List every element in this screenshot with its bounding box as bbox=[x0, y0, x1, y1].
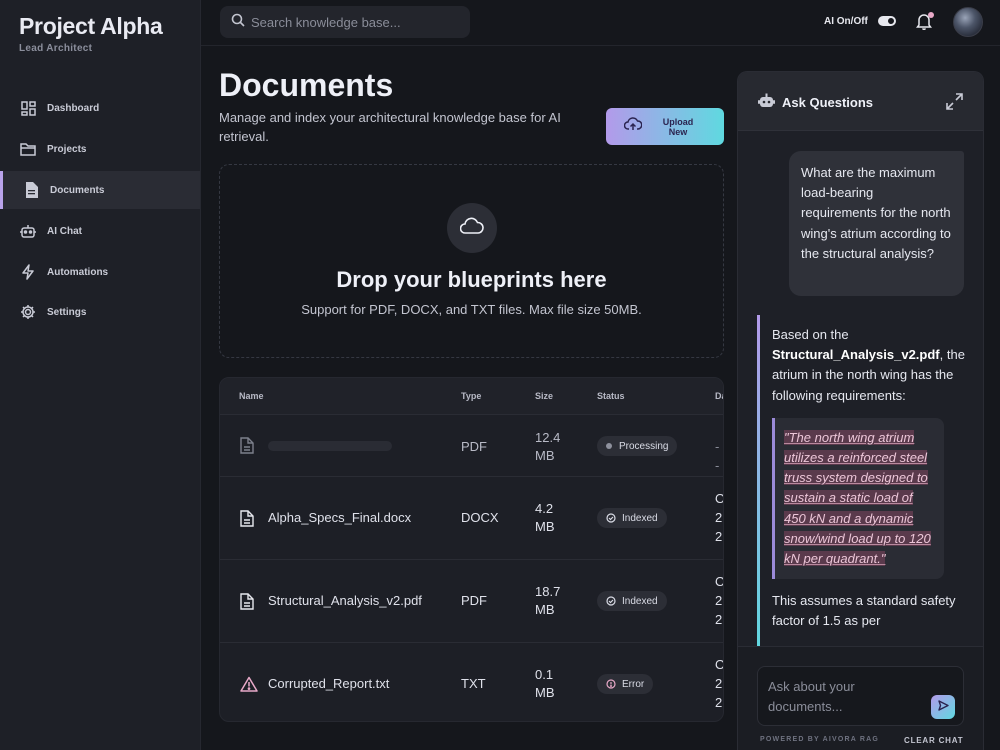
chat-footer: POWERED BY AIVORA RAG CLEAR CHAT bbox=[738, 646, 983, 750]
folder-icon bbox=[20, 141, 36, 157]
upload-new-button[interactable]: Upload New bbox=[606, 108, 724, 145]
column-header-type[interactable]: Type bbox=[461, 391, 481, 401]
cloud-icon bbox=[459, 217, 484, 240]
search-icon bbox=[231, 13, 245, 32]
ai-toggle-label: AI On/Off bbox=[824, 16, 868, 27]
document-icon bbox=[240, 510, 256, 528]
table-row[interactable]: Alpha_Specs_Final.docx DOCX 4.2 MB Indexe… bbox=[220, 476, 723, 559]
file-type: PDF bbox=[461, 593, 487, 608]
column-header-status[interactable]: Status bbox=[597, 391, 625, 401]
date-fragment: O22 bbox=[715, 657, 723, 710]
sidebar-item-ai-chat[interactable]: AI Chat bbox=[0, 212, 200, 250]
search-input[interactable] bbox=[251, 14, 461, 30]
date-fragment: -- bbox=[715, 439, 720, 473]
documents-table: Name Type Size Status Da PDF 12.4MB Proc… bbox=[219, 377, 724, 722]
chat-title: Ask Questions bbox=[782, 95, 874, 110]
top-bar: AI On/Off bbox=[201, 0, 1000, 46]
filename-skeleton-placeholder bbox=[268, 441, 392, 451]
cloud-upload-icon bbox=[623, 117, 643, 136]
notification-dot bbox=[928, 12, 934, 18]
chat-panel: Ask Questions What are the maximum load-… bbox=[737, 71, 984, 750]
expand-icon[interactable] bbox=[946, 93, 963, 110]
send-icon bbox=[937, 698, 949, 716]
file-type: DOCX bbox=[461, 510, 499, 525]
dropzone-subtitle: Support for PDF, DOCX, and TXT files. Ma… bbox=[301, 302, 642, 317]
sidebar-item-label: Documents bbox=[50, 184, 105, 196]
sidebar-item-automations[interactable]: Automations bbox=[0, 253, 200, 291]
page-description: Manage and index your architectural know… bbox=[219, 110, 561, 144]
sidebar: Project Alpha Lead Architect Dashboard P… bbox=[0, 0, 201, 750]
document-icon bbox=[23, 182, 39, 198]
gear-icon bbox=[20, 304, 36, 320]
sidebar-item-settings[interactable]: Settings bbox=[0, 293, 200, 331]
ai-message-quote: "The north wing atrium utilizes a reinfo… bbox=[772, 417, 944, 580]
robot-icon bbox=[20, 223, 36, 239]
table-header: Name Type Size Status Da bbox=[220, 378, 723, 414]
table-row[interactable]: Corrupted_Report.txt TXT 0.1MB Error O22 bbox=[220, 642, 723, 721]
user-message-bubble: What are the maximum load-bearing requir… bbox=[789, 151, 964, 296]
warning-triangle-icon bbox=[240, 676, 258, 694]
table-row[interactable]: Structural_Analysis_v2.pdf PDF 18.7 MB In… bbox=[220, 559, 723, 642]
send-button[interactable] bbox=[931, 695, 955, 719]
file-size: 0.1 MB bbox=[535, 667, 555, 700]
column-header-size[interactable]: Size bbox=[535, 391, 553, 401]
ai-message: Based on the Structural_Analysis_v2.pdf,… bbox=[757, 315, 971, 655]
sidebar-item-label: Settings bbox=[47, 306, 87, 318]
error-circle-icon bbox=[606, 679, 616, 689]
status-badge: Processing bbox=[597, 436, 678, 456]
page-title: Documents bbox=[219, 67, 394, 103]
file-size: 18.7 MB bbox=[535, 584, 561, 617]
ai-message-followup: This assumes a standard safety factor of… bbox=[772, 593, 956, 629]
chat-input[interactable] bbox=[768, 677, 928, 719]
sidebar-item-label: Projects bbox=[47, 143, 87, 155]
file-size: 4.2 MB bbox=[535, 501, 555, 534]
sidebar-item-dashboard[interactable]: Dashboard bbox=[0, 89, 200, 127]
sidebar-item-projects[interactable]: Projects bbox=[0, 130, 200, 168]
dashboard-grid-icon bbox=[20, 100, 36, 116]
ai-toggle-switch[interactable] bbox=[878, 16, 896, 26]
status-badge: Error bbox=[597, 674, 654, 694]
clear-chat-button[interactable]: CLEAR CHAT bbox=[904, 736, 963, 745]
avatar[interactable] bbox=[953, 7, 983, 37]
upload-new-label: Upload New bbox=[662, 116, 694, 137]
sidebar-item-label: Dashboard bbox=[47, 102, 100, 114]
chat-header: Ask Questions bbox=[738, 72, 983, 131]
date-fragment: O22 bbox=[715, 491, 723, 544]
file-dropzone[interactable]: Drop your blueprints here Support for PD… bbox=[219, 164, 724, 358]
sidebar-item-documents[interactable]: Documents bbox=[0, 171, 200, 209]
file-size: 12.4 MB bbox=[535, 430, 561, 463]
powered-by-label: POWERED BY AIVORA RAG bbox=[760, 736, 880, 743]
column-header-date[interactable]: Da bbox=[715, 391, 723, 401]
sidebar-item-label: AI Chat bbox=[47, 225, 82, 237]
column-header-name[interactable]: Name bbox=[239, 391, 264, 401]
check-circle-icon bbox=[606, 596, 616, 606]
lightning-icon bbox=[20, 264, 36, 280]
brand-title: Project Alpha bbox=[19, 13, 163, 39]
document-icon bbox=[240, 593, 256, 611]
sidebar-item-label: Automations bbox=[47, 266, 109, 278]
file-name[interactable]: Alpha_Specs_Final.docx bbox=[268, 510, 411, 525]
document-icon bbox=[240, 437, 256, 455]
file-name[interactable]: Structural_Analysis_v2.pdf bbox=[268, 593, 422, 608]
chat-input-box[interactable] bbox=[757, 666, 964, 726]
date-fragment: O22 bbox=[715, 574, 723, 627]
dropzone-cloud-icon-wrap bbox=[447, 203, 497, 253]
file-name[interactable]: Corrupted_Report.txt bbox=[268, 676, 389, 691]
file-type: TXT bbox=[461, 676, 486, 691]
search-box[interactable] bbox=[220, 6, 470, 38]
check-circle-icon bbox=[606, 513, 616, 523]
ai-message-source[interactable]: Structural_Analysis_v2.pdf bbox=[772, 347, 940, 362]
brand-subtitle: Lead Architect bbox=[19, 43, 93, 54]
dropzone-title: Drop your blueprints here bbox=[336, 267, 607, 292]
file-type: PDF bbox=[461, 439, 487, 454]
status-badge: Indexed bbox=[597, 508, 667, 528]
table-row[interactable]: PDF 12.4 MB Processing -- bbox=[220, 414, 723, 476]
robot-icon bbox=[758, 93, 775, 109]
ai-message-intro: Based on the bbox=[772, 327, 849, 342]
status-badge: Indexed bbox=[597, 591, 667, 611]
